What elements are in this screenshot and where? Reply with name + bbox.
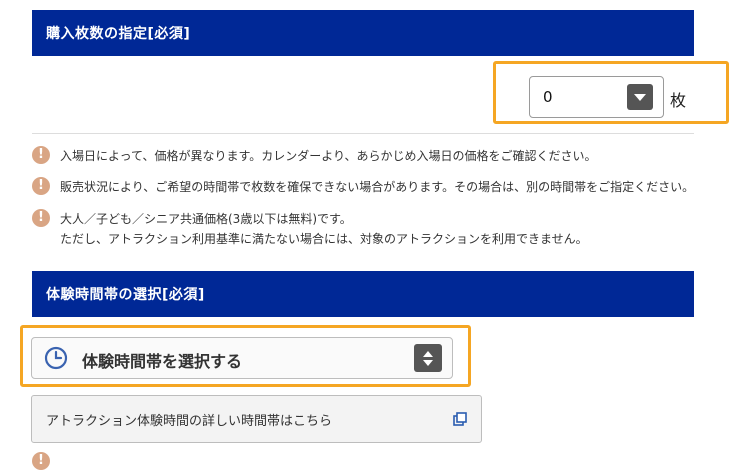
clock-icon bbox=[44, 346, 68, 370]
time-section-title: 体験時間帯の選択[必須] bbox=[46, 287, 205, 303]
quantity-section-header: 購入枚数の指定[必須] bbox=[32, 10, 694, 56]
quantity-value: 0 bbox=[543, 88, 553, 106]
notice-text-line: 大人／子ども／シニア共通価格(3歳以下は無料)です。 bbox=[60, 212, 352, 226]
quantity-unit: 枚 bbox=[670, 91, 687, 110]
exclamation-icon: ! bbox=[32, 146, 50, 164]
exclamation-icon: ! bbox=[32, 177, 50, 195]
time-section-header: 体験時間帯の選択[必須] bbox=[32, 271, 694, 317]
time-detail-link-button[interactable]: アトラクション体験時間の詳しい時間帯はこちら bbox=[31, 395, 482, 443]
notice-text: 入場日によって、価格が異なります。カレンダーより、あらかじめ入場日の価格をご確認… bbox=[60, 149, 597, 163]
time-detail-link-label: アトラクション体験時間の詳しい時間帯はこちら bbox=[46, 413, 333, 429]
external-window-icon bbox=[453, 412, 467, 426]
notice-text-line: ただし、アトラクション利用基準に満たない場合には、対象のアトラクションを利用でき… bbox=[60, 232, 588, 246]
time-select-label: 体験時間帯を選択する bbox=[82, 352, 243, 371]
time-slot-select[interactable]: 体験時間帯を選択する bbox=[31, 337, 453, 379]
exclamation-icon: ! bbox=[32, 209, 50, 227]
chevron-down-icon[interactable] bbox=[627, 84, 653, 110]
notice-text: 大人／子ども／シニア共通価格(3歳以下は無料)です。 ただし、アトラクション利用… bbox=[60, 209, 710, 249]
quantity-select[interactable]: 0 bbox=[529, 76, 664, 118]
up-down-arrow-icon[interactable] bbox=[414, 344, 442, 372]
notice-text: 販売状況により、ご希望の時間帯で枚数を確保できない場合があります。その場合は、別… bbox=[60, 180, 695, 194]
quantity-section-title: 購入枚数の指定[必須] bbox=[46, 26, 191, 42]
exclamation-icon: ! bbox=[32, 452, 50, 470]
divider bbox=[32, 133, 694, 134]
